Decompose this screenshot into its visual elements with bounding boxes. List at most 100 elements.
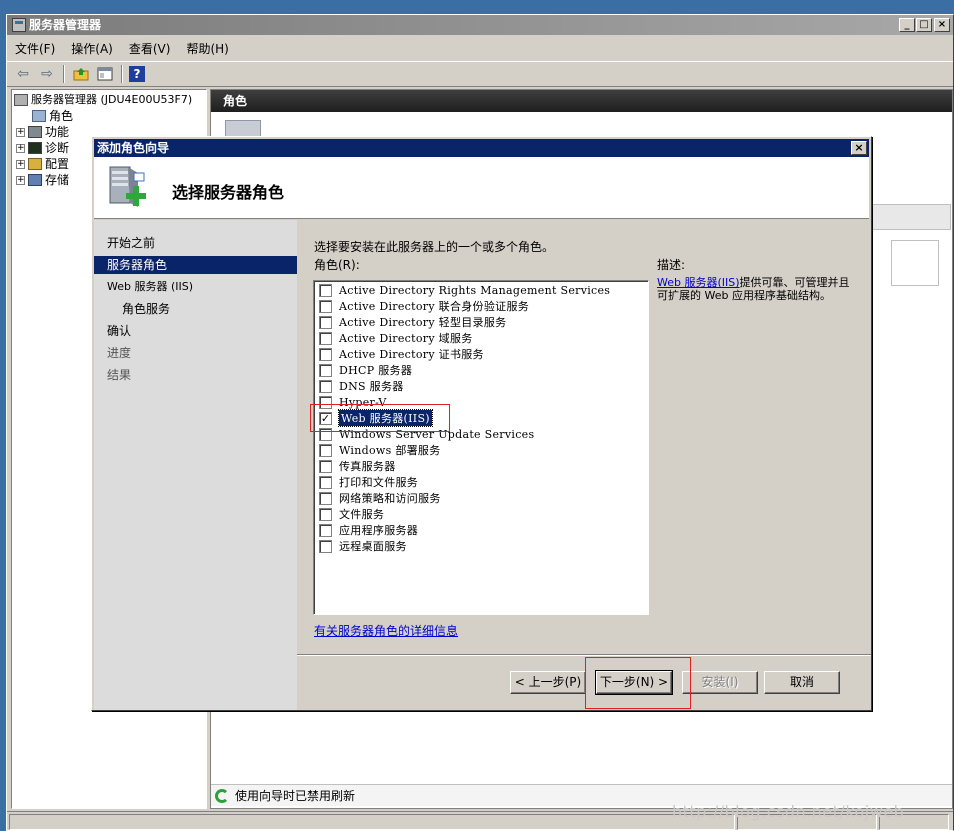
tree-item-label: 功能 <box>45 125 70 139</box>
role-checkbox[interactable] <box>319 539 332 553</box>
expand-icon[interactable]: + <box>16 143 25 153</box>
minimize-button[interactable]: _ <box>899 18 915 32</box>
tree-item-label: 配置 <box>45 157 70 171</box>
role-checkbox[interactable] <box>319 283 332 297</box>
more-info-link[interactable]: 有关服务器角色的详细信息 <box>314 622 458 639</box>
up-folder-icon[interactable] <box>71 64 91 84</box>
instruction-text: 选择要安装在此服务器上的一个或多个角色。 <box>314 240 555 254</box>
role-wds[interactable]: Windows 部署服务 <box>319 442 441 458</box>
tree-item-features[interactable]: + 功能 <box>16 124 69 140</box>
role-ad-ds[interactable]: Active Directory 域服务 <box>319 330 473 346</box>
role-checkbox[interactable] <box>319 459 332 473</box>
nav-web-server-iis[interactable]: Web 服务器 (IIS) <box>94 278 297 296</box>
expand-icon[interactable]: + <box>16 159 25 169</box>
toolbar-separator <box>121 65 123 83</box>
tree-root-label: 服务器管理器 (JDU4E00U53F7) <box>31 93 193 106</box>
role-print-file[interactable]: 打印和文件服务 <box>319 474 418 490</box>
tree-item-diagnostics[interactable]: + 诊断 <box>16 140 69 156</box>
role-dns[interactable]: DNS 服务器 <box>319 378 404 394</box>
role-checkbox[interactable] <box>319 363 332 377</box>
help-icon[interactable]: ? <box>129 66 145 82</box>
nav-role-services[interactable]: 角色服务 <box>94 300 297 318</box>
menu-help[interactable]: 帮助(H) <box>186 40 228 57</box>
role-checkbox[interactable] <box>319 507 332 521</box>
nav-confirmation[interactable]: 确认 <box>94 322 297 340</box>
nav-results: 结果 <box>107 368 132 382</box>
role-checkbox[interactable] <box>319 331 332 345</box>
nav-server-roles[interactable]: 服务器角色 <box>94 256 297 274</box>
role-label: DNS 服务器 <box>339 380 404 393</box>
cancel-button[interactable]: 取消 <box>764 671 840 694</box>
description-link[interactable]: Web 服务器(IIS) <box>657 276 740 289</box>
role-checkbox[interactable] <box>319 523 332 537</box>
roles-list[interactable]: Active Directory Rights Management Servi… <box>313 280 649 615</box>
wizard-content: 选择要安装在此服务器上的一个或多个角色。 角色(R): Active Direc… <box>297 220 871 654</box>
install-button: 安装(I) <box>682 671 758 694</box>
server-icon <box>14 94 28 106</box>
highlight-box <box>310 404 450 432</box>
dialog-close-button[interactable]: × <box>851 141 867 155</box>
role-label: Windows 部署服务 <box>339 444 441 457</box>
maximize-button[interactable]: □ <box>916 18 932 32</box>
forward-arrow-icon[interactable]: ⇨ <box>37 64 57 84</box>
role-app-server[interactable]: 应用程序服务器 <box>319 522 418 538</box>
nav-before-you-begin[interactable]: 开始之前 <box>94 234 297 252</box>
right-pane-header: 角色 <box>211 90 952 112</box>
role-label: 远程桌面服务 <box>339 540 407 553</box>
show-hide-tree-icon[interactable] <box>95 64 115 84</box>
nav-progress: 进度 <box>107 346 132 360</box>
watermark: http://blog.csdn.net/kojweb <box>672 802 905 821</box>
role-checkbox[interactable] <box>319 299 332 313</box>
description-label: 描述: <box>657 258 686 272</box>
back-button[interactable]: < 上一步(P) <box>510 671 586 694</box>
role-fax-server[interactable]: 传真服务器 <box>319 458 396 474</box>
role-dhcp[interactable]: DHCP 服务器 <box>319 362 412 378</box>
role-label: Active Directory 轻型目录服务 <box>339 316 507 329</box>
role-ad-cs[interactable]: Active Directory 证书服务 <box>319 346 484 362</box>
roles-icon <box>32 110 46 122</box>
tree-item-storage[interactable]: + 存储 <box>16 172 69 188</box>
storage-icon <box>28 174 42 186</box>
tree-item-configuration[interactable]: + 配置 <box>16 156 69 172</box>
role-ad-fs[interactable]: Active Directory 联合身份验证服务 <box>319 298 529 314</box>
menu-bar: 文件(F) 操作(A) 查看(V) 帮助(H) <box>7 36 953 60</box>
expand-icon[interactable]: + <box>16 175 25 185</box>
roles-summary-header <box>871 204 951 230</box>
tree-item-roles[interactable]: 角色 <box>32 108 74 124</box>
dialog-titlebar[interactable]: 添加角色向导 × <box>94 139 869 157</box>
tree-root[interactable]: 服务器管理器 (JDU4E00U53F7) <box>14 92 192 108</box>
wizard-footer: < 上一步(P) 下一步(N) > 安装(I) 取消 <box>297 654 871 710</box>
configuration-icon <box>28 158 42 170</box>
refresh-status-text: 使用向导时已禁用刷新 <box>235 789 356 803</box>
role-checkbox[interactable] <box>319 491 332 505</box>
menu-action[interactable]: 操作(A) <box>71 40 113 57</box>
features-icon <box>28 126 42 138</box>
role-checkbox[interactable] <box>319 347 332 361</box>
role-file-services[interactable]: 文件服务 <box>319 506 384 522</box>
refresh-icon <box>215 788 229 803</box>
role-checkbox[interactable] <box>319 443 332 457</box>
dialog-header: 选择服务器角色 <box>94 157 869 219</box>
back-arrow-icon[interactable]: ⇦ <box>13 64 33 84</box>
role-checkbox[interactable] <box>319 379 332 393</box>
toolbar: ⇦ ⇨ ? <box>7 61 953 87</box>
add-roles-wizard-dialog: 添加角色向导 × 选择服务器角色 开始之前 服务器角色 Web 服务器 (IIS… <box>91 136 872 711</box>
role-checkbox[interactable] <box>319 475 332 489</box>
main-window-title: 服务器管理器 <box>29 18 102 32</box>
role-label: 网络策略和访问服务 <box>339 492 441 505</box>
role-label: 传真服务器 <box>339 460 396 473</box>
role-checkbox[interactable] <box>319 315 332 329</box>
main-titlebar[interactable]: 服务器管理器 _ □ × <box>7 15 953 35</box>
role-label: 应用程序服务器 <box>339 524 419 537</box>
description-text: Web 服务器(IIS)提供可靠、可管理并且可扩展的 Web 应用程序基础结构。 <box>657 276 853 302</box>
role-rds[interactable]: 远程桌面服务 <box>319 538 407 554</box>
menu-file[interactable]: 文件(F) <box>15 40 55 57</box>
diagnostics-icon <box>28 142 42 154</box>
menu-view[interactable]: 查看(V) <box>129 40 171 57</box>
expand-icon[interactable]: + <box>16 127 25 137</box>
role-npas[interactable]: 网络策略和访问服务 <box>319 490 441 506</box>
role-ad-rms[interactable]: Active Directory Rights Management Servi… <box>319 282 610 298</box>
close-button[interactable]: × <box>934 18 950 32</box>
role-ad-lds[interactable]: Active Directory 轻型目录服务 <box>319 314 506 330</box>
role-label: Active Directory 联合身份验证服务 <box>339 300 530 313</box>
